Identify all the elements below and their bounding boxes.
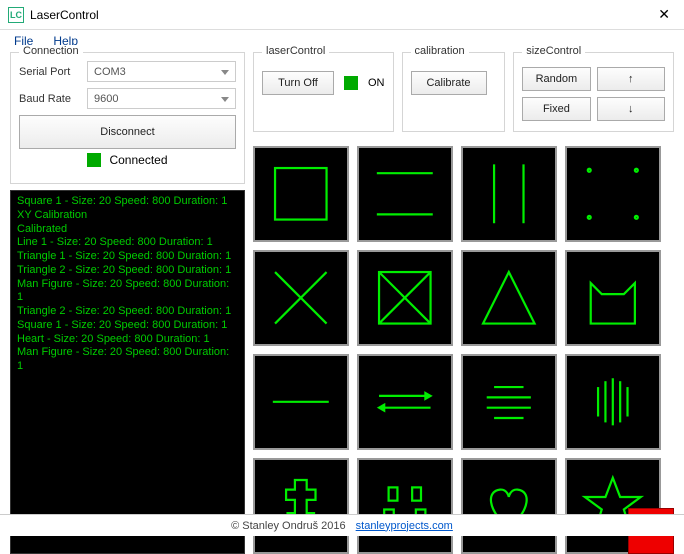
shape-tile-hlines-4[interactable] — [461, 354, 557, 450]
laser-on-label: ON — [368, 77, 385, 89]
shape-tile-arrows-h[interactable] — [357, 354, 453, 450]
size-legend: sizeControl — [522, 45, 585, 57]
log-line: Square 1 - Size: 20 Speed: 800 Duration:… — [17, 319, 238, 333]
shape-tile-man[interactable] — [253, 458, 349, 554]
close-icon[interactable]: ✕ — [652, 6, 676, 23]
laser-legend: laserControl — [262, 45, 329, 57]
log-line: Triangle 2 - Size: 20 Speed: 800 Duratio… — [17, 305, 238, 319]
log-line: Man Figure - Size: 20 Speed: 800 Duratio… — [17, 346, 238, 374]
shape-grid: STOP — [253, 146, 674, 554]
baud-rate-label: Baud Rate — [19, 93, 81, 105]
log-line: Triangle 1 - Size: 20 Speed: 800 Duratio… — [17, 250, 238, 264]
shape-tile-triangle[interactable] — [461, 250, 557, 346]
app-icon: LC — [8, 7, 24, 23]
fixed-button[interactable]: Fixed — [522, 97, 590, 121]
shape-tile-vlines-5[interactable] — [565, 354, 661, 450]
log-line: XY Calibration — [17, 209, 238, 223]
calibrate-button[interactable]: Calibrate — [411, 71, 487, 95]
shape-tile-square-x[interactable] — [357, 250, 453, 346]
shape-tile-cat[interactable] — [565, 250, 661, 346]
footer-link[interactable]: stanleyprojects.com — [356, 520, 453, 532]
log-panel: Square 1 - Size: 20 Speed: 800 Duration:… — [10, 190, 245, 554]
shape-tile-dots-corners[interactable] — [565, 146, 661, 242]
laser-on-led-icon — [344, 76, 358, 90]
random-button[interactable]: Random — [522, 67, 590, 91]
calibration-legend: calibration — [411, 45, 469, 57]
window-title: LaserControl — [30, 8, 652, 22]
log-line: Heart - Size: 20 Speed: 800 Duration: 1 — [17, 333, 238, 347]
footer-copyright: © Stanley Ondruš 2016 — [231, 520, 346, 532]
shape-tile-face[interactable] — [357, 458, 453, 554]
connection-led-icon — [87, 153, 101, 167]
baud-rate-select[interactable]: 9600 — [87, 88, 236, 109]
disconnect-button[interactable]: Disconnect — [19, 115, 236, 149]
shape-tile-heart[interactable] — [461, 458, 557, 554]
log-line: Triangle 2 - Size: 20 Speed: 800 Duratio… — [17, 264, 238, 278]
size-down-button[interactable]: ↓ — [597, 97, 665, 121]
turn-off-button[interactable]: Turn Off — [262, 71, 334, 95]
shape-tile-x-cross[interactable] — [253, 250, 349, 346]
log-line: Square 1 - Size: 20 Speed: 800 Duration:… — [17, 195, 238, 209]
shape-tile-two-vlines[interactable] — [461, 146, 557, 242]
log-line: Man Figure - Size: 20 Speed: 800 Duratio… — [17, 278, 238, 306]
log-line: Calibrated — [17, 223, 238, 237]
connection-status: Connected — [109, 153, 167, 167]
log-line: Line 1 - Size: 20 Speed: 800 Duration: 1 — [17, 236, 238, 250]
connection-legend: Connection — [19, 45, 83, 57]
serial-port-select[interactable]: COM3 — [87, 61, 236, 82]
shape-tile-hline[interactable] — [253, 354, 349, 450]
serial-port-label: Serial Port — [19, 66, 81, 78]
size-up-button[interactable]: ↑ — [597, 67, 665, 91]
shape-tile-square[interactable] — [253, 146, 349, 242]
shape-tile-two-hlines[interactable] — [357, 146, 453, 242]
